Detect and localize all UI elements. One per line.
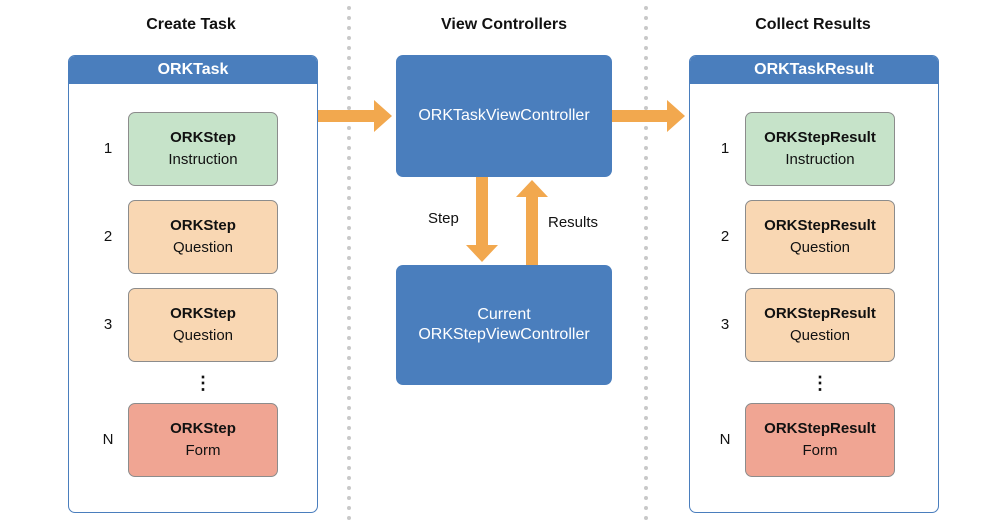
result-number: N (719, 431, 731, 448)
step-name: ORKStep (170, 305, 236, 322)
ellipsis-icon: ⋮ (811, 373, 829, 393)
step-number: 3 (103, 316, 113, 333)
result-box-question: ORKStepResult Question (745, 288, 895, 362)
result-name: ORKStepResult (764, 420, 876, 437)
step-name: ORKStep (170, 129, 236, 146)
step-number: 1 (103, 140, 113, 157)
result-box-form: ORKStepResult Form (745, 403, 895, 477)
diagram: Create Task View Controllers Collect Res… (0, 0, 1000, 531)
column-title-collect-results: Collect Results (755, 16, 871, 33)
result-name: ORKStepResult (764, 305, 876, 322)
ellipsis-icon: ⋮ (194, 373, 212, 393)
step-name: ORKStep (170, 420, 236, 437)
result-name: ORKStepResult (764, 217, 876, 234)
column-title-view-controllers: View Controllers (441, 16, 567, 33)
result-type: Form (802, 442, 838, 459)
task-view-controller-box: ORKTaskViewController (396, 55, 612, 177)
step-type: Question (172, 327, 234, 344)
arrow-results-up (516, 180, 548, 265)
step-label: Step (428, 210, 459, 227)
arrow-vc-to-result (612, 100, 685, 132)
step-type: Question (172, 239, 234, 256)
result-number: 1 (720, 140, 730, 157)
results-label: Results (548, 214, 599, 231)
step-box-form: ORKStep Form (128, 403, 278, 477)
step-type: Instruction (168, 151, 238, 168)
result-number: 3 (720, 316, 730, 333)
arrow-step-down (466, 177, 498, 262)
result-panel-title: ORKTaskResult (690, 56, 938, 84)
result-number: 2 (720, 228, 730, 245)
result-name: ORKStepResult (764, 129, 876, 146)
step-box-instruction: ORKStep Instruction (128, 112, 278, 186)
result-type: Question (789, 327, 851, 344)
step-vc-label-2: ORKStepViewController (418, 326, 590, 343)
arrow-task-to-vc (318, 100, 392, 132)
step-number: N (102, 431, 114, 448)
step-box-question: ORKStep Question (128, 288, 278, 362)
result-box-question: ORKStepResult Question (745, 200, 895, 274)
step-type: Form (185, 442, 221, 459)
result-box-instruction: ORKStepResult Instruction (745, 112, 895, 186)
task-vc-label: ORKTaskViewController (418, 107, 590, 124)
task-panel-title: ORKTask (69, 56, 317, 84)
step-number: 2 (103, 228, 113, 245)
column-title-create-task: Create Task (146, 16, 236, 33)
result-type: Question (789, 239, 851, 256)
step-view-controller-box: Current ORKStepViewController (396, 265, 612, 385)
step-box-question: ORKStep Question (128, 200, 278, 274)
step-vc-label-1: Current (477, 306, 531, 323)
step-name: ORKStep (170, 217, 236, 234)
result-type: Instruction (785, 151, 855, 168)
